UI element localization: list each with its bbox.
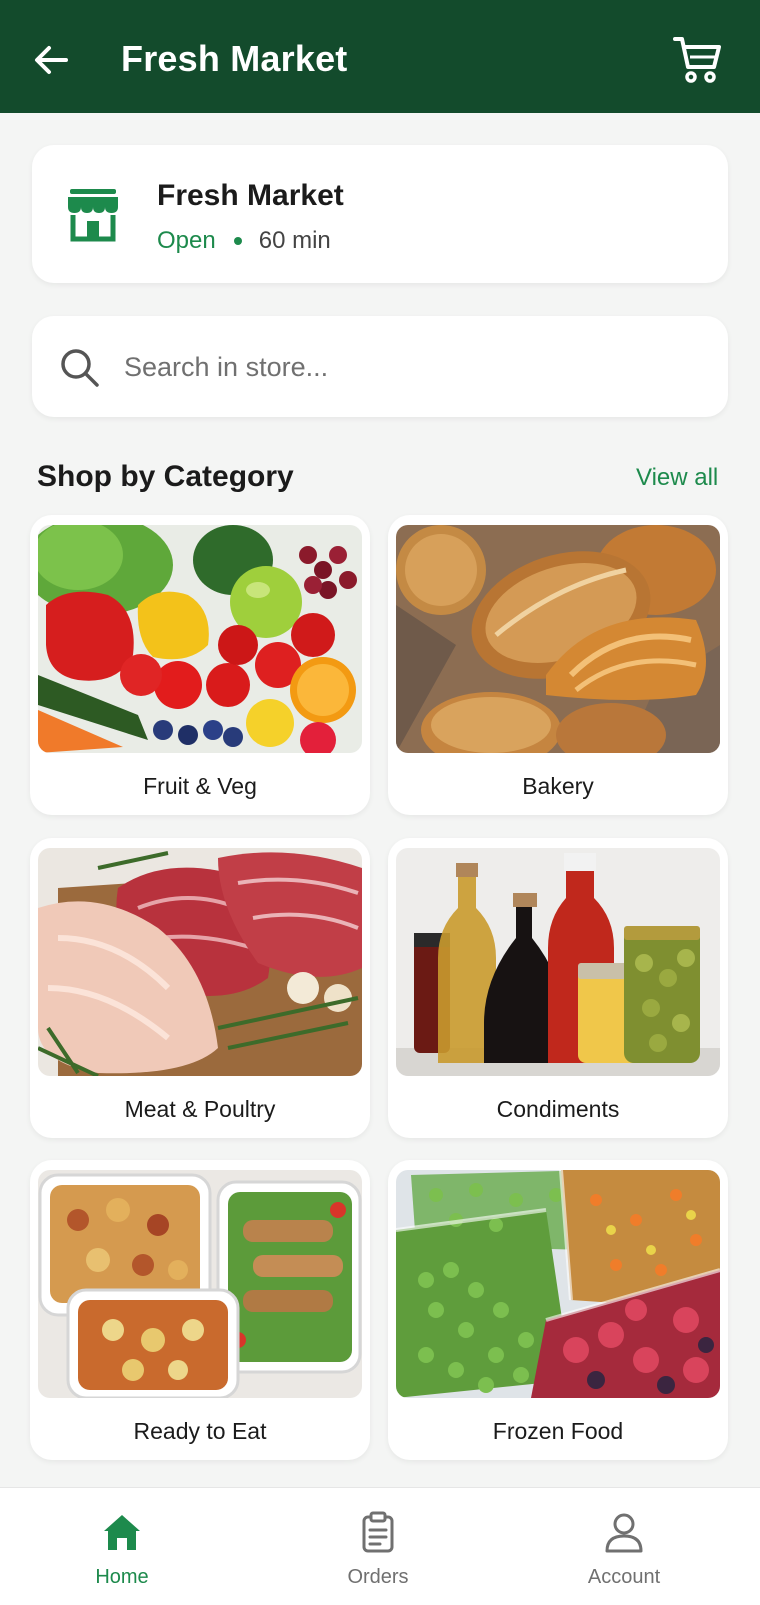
fruit-and-vegetables-photo (38, 525, 362, 753)
back-button[interactable] (30, 38, 74, 82)
nav-label: Account (587, 1566, 661, 1588)
bread-and-pastries-photo (396, 525, 720, 753)
search-bar[interactable] (32, 316, 728, 417)
nav-item-home[interactable]: Home (42, 1488, 202, 1605)
nav-item-account[interactable]: Account (544, 1488, 704, 1605)
open-status-label: Open (157, 227, 216, 254)
nav-label: Orders (347, 1566, 409, 1588)
category-label: Condiments (496, 1096, 620, 1122)
category-label: Frozen Food (492, 1418, 624, 1444)
category-tile-frozen-food[interactable]: Frozen Food (388, 1160, 728, 1460)
nav-item-orders[interactable]: Orders (298, 1488, 458, 1605)
home-icon (104, 1515, 140, 1550)
delivery-time: 60 min (258, 227, 331, 254)
oils-and-sauces-bottles-photo (396, 848, 720, 1076)
page-title: Fresh Market (121, 38, 348, 79)
store-status: Open 60 min (157, 227, 331, 255)
category-tile-fruit-veg[interactable]: Fruit & Veg (30, 515, 370, 815)
category-label: Bakery (522, 773, 594, 799)
prepared-meals-containers-photo (38, 1170, 362, 1398)
section-title: Shop by Category (37, 460, 294, 493)
arrow-left-icon (35, 46, 68, 74)
view-all-link[interactable]: View all (636, 464, 718, 492)
storefront-icon (68, 189, 118, 242)
raw-meat-and-chicken-photo (38, 848, 362, 1076)
category-tile-condiments[interactable]: Condiments (388, 838, 728, 1138)
category-tile-ready-to-eat[interactable]: Ready to Eat (30, 1160, 370, 1460)
app-bar: Fresh Market (0, 0, 760, 113)
nav-label: Home (95, 1566, 149, 1588)
category-tile-bakery[interactable]: Bakery (388, 515, 728, 815)
store-info-card[interactable]: Fresh Market Open 60 min (32, 145, 728, 283)
category-tile-meat-poultry[interactable]: Meat & Poultry (30, 838, 370, 1138)
category-label: Meat & Poultry (124, 1096, 276, 1122)
search-input[interactable] (124, 344, 694, 390)
bottom-navigation: Home Orders Account (0, 1487, 760, 1605)
clipboard-icon (362, 1511, 394, 1553)
store-name: Fresh Market (157, 179, 344, 212)
category-label: Ready to Eat (133, 1418, 267, 1444)
cart-button[interactable] (672, 34, 724, 84)
shopping-cart-icon (673, 37, 721, 83)
user-icon (605, 1513, 643, 1553)
status-separator-dot (233, 237, 242, 245)
frozen-vegetables-bags-photo (396, 1170, 720, 1398)
search-icon (61, 349, 99, 387)
category-label: Fruit & Veg (143, 773, 257, 799)
